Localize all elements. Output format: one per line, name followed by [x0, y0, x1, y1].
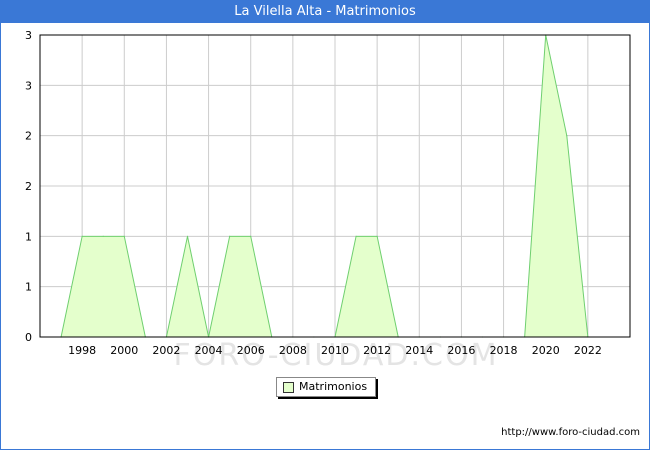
x-tick-label: 2008: [279, 344, 307, 357]
data-point: [229, 235, 231, 237]
legend-label-matrimonios: Matrimonios: [299, 380, 368, 393]
source-url: http://www.foro-ciudad.com: [501, 427, 640, 438]
x-tick-label: 2002: [152, 344, 180, 357]
x-tick-label: 2018: [490, 344, 518, 357]
x-tick-label: 2010: [321, 344, 349, 357]
data-point: [355, 235, 357, 237]
x-tick-label: 2016: [447, 344, 475, 357]
legend-swatch: [283, 382, 294, 393]
x-tick-label: 2004: [195, 344, 223, 357]
x-tick-label: 2020: [532, 344, 560, 357]
y-tick-label: 1: [25, 281, 32, 294]
x-tick-label: 1998: [68, 344, 96, 357]
x-tick-label: 2012: [363, 344, 391, 357]
data-point: [186, 235, 189, 237]
data-point: [102, 235, 104, 237]
data-point: [81, 235, 83, 237]
x-tick-label: 2014: [405, 344, 433, 357]
legend: Matrimonios: [276, 377, 376, 397]
data-point: [250, 235, 252, 237]
y-tick-label: 1: [25, 230, 32, 243]
y-tick-label: 2: [25, 180, 32, 193]
x-tick-label: 2006: [237, 344, 265, 357]
y-tick-label: 3: [25, 79, 32, 92]
y-axis-ticks: 0 1 1 2 2 3 3: [25, 29, 32, 344]
x-tick-label: 2000: [110, 344, 138, 357]
x-tick-label: 2022: [574, 344, 602, 357]
y-tick-label: 2: [25, 130, 32, 143]
data-point: [566, 135, 568, 137]
y-tick-label: 0: [25, 331, 32, 344]
y-tick-label: 3: [25, 29, 32, 42]
data-point: [376, 235, 378, 237]
x-axis-ticks: 1998 2000 2002 2004 2006 2008 2010 2012 2014 2016…: [68, 344, 602, 357]
data-point: [123, 235, 125, 237]
